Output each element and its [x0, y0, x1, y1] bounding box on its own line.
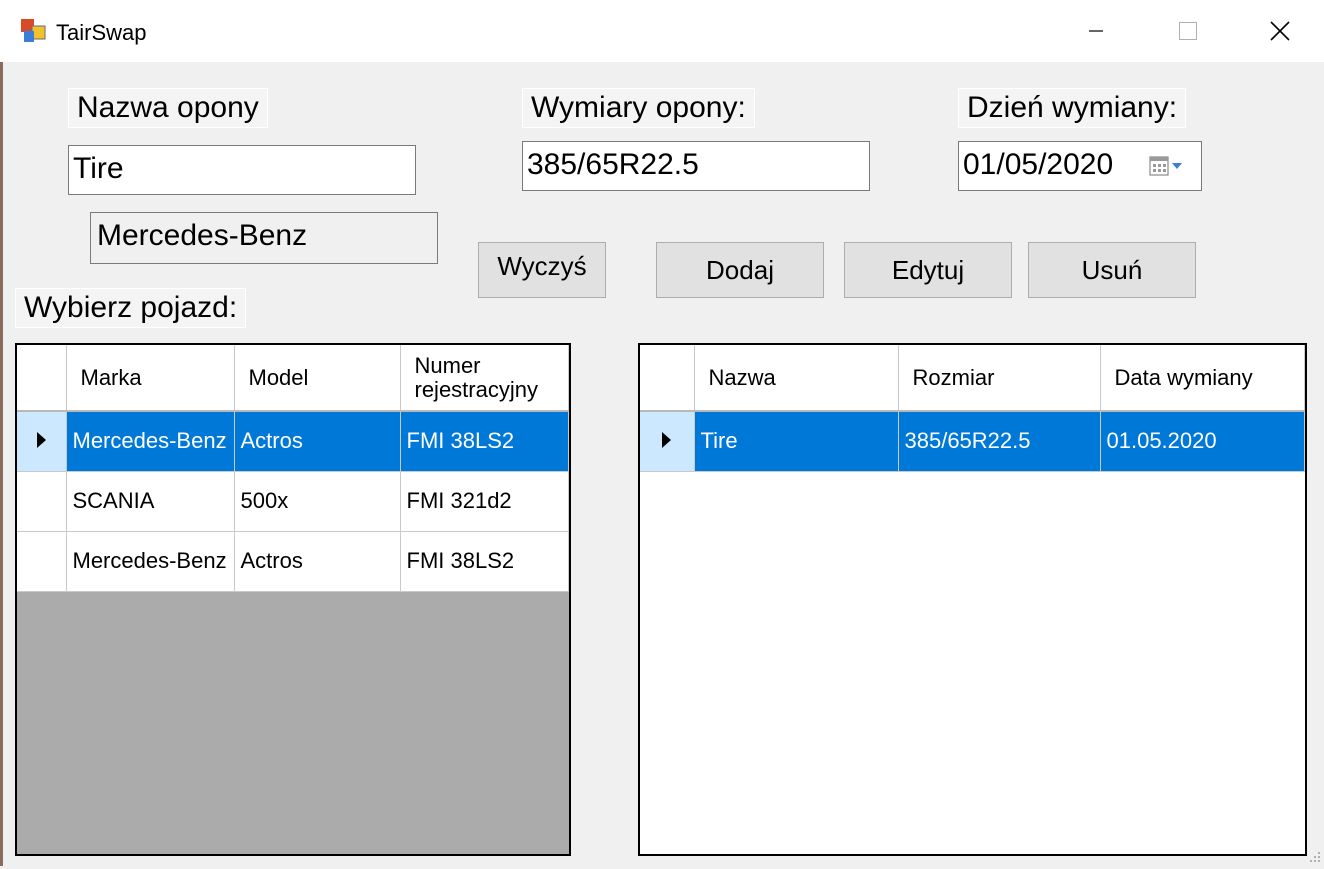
row-header[interactable]: [17, 531, 67, 592]
add-button[interactable]: Dodaj: [656, 242, 824, 298]
row-header[interactable]: [640, 411, 695, 472]
row-pointer-icon: [662, 432, 672, 449]
table-row[interactable]: SCANIA 500x FMI 321d2: [17, 471, 569, 532]
cell-model[interactable]: Actros: [234, 411, 401, 472]
vehicles-grid-header: Marka Model Numer rejestracyjny: [17, 345, 569, 412]
select-vehicle-label: Wybierz pojazd:: [15, 288, 247, 328]
close-icon: [1270, 21, 1290, 41]
cell-name[interactable]: Tire: [694, 411, 899, 472]
tires-grid-header: Nazwa Rozmiar Data wymiany: [640, 345, 1305, 412]
maximize-button[interactable]: [1142, 0, 1234, 62]
row-pointer-icon: [36, 432, 46, 449]
cell-model[interactable]: 500x: [234, 471, 401, 532]
cell-registration[interactable]: FMI 38LS2: [400, 531, 569, 592]
cell-brand[interactable]: SCANIA: [66, 471, 235, 532]
tire-size-input[interactable]: 385/65R22.5: [522, 141, 870, 191]
vehicle-brand-field: Mercedes-Benz: [90, 212, 438, 264]
change-date-value: 01/05/2020: [963, 148, 1114, 181]
table-row[interactable]: Tire 385/65R22.5 01.05.2020: [640, 411, 1305, 472]
column-header-registration[interactable]: Numer rejestracyjny: [400, 345, 569, 412]
column-header-size[interactable]: Rozmiar: [898, 345, 1101, 412]
cell-brand[interactable]: Mercedes-Benz: [66, 411, 235, 472]
column-header-change-date[interactable]: Data wymiany: [1100, 345, 1305, 412]
column-header-model[interactable]: Model: [234, 345, 401, 412]
row-header[interactable]: [17, 471, 67, 532]
edit-button[interactable]: Edytuj: [844, 242, 1012, 298]
tires-grid[interactable]: Nazwa Rozmiar Data wymiany Tire 385/65R2…: [638, 343, 1307, 856]
tire-name-label: Nazwa opony: [68, 88, 268, 128]
app-icon: [20, 18, 46, 44]
row-header-corner: [17, 345, 67, 412]
cell-registration[interactable]: FMI 38LS2: [400, 411, 569, 472]
cell-brand[interactable]: Mercedes-Benz: [66, 531, 235, 592]
table-row[interactable]: Mercedes-Benz Actros FMI 38LS2: [17, 411, 569, 472]
cell-model[interactable]: Actros: [234, 531, 401, 592]
window-edge: [0, 62, 3, 866]
cell-change-date[interactable]: 01.05.2020: [1100, 411, 1305, 472]
calendar-dropdown-icon[interactable]: [1148, 155, 1192, 177]
table-row[interactable]: Mercedes-Benz Actros FMI 38LS2: [17, 531, 569, 592]
close-button[interactable]: [1234, 0, 1324, 62]
row-header[interactable]: [17, 411, 67, 472]
tire-size-label: Wymiary opony:: [522, 88, 755, 128]
vehicles-grid[interactable]: Marka Model Numer rejestracyjny Mercedes…: [15, 343, 571, 856]
column-header-brand[interactable]: Marka: [66, 345, 235, 412]
delete-button[interactable]: Usuń: [1028, 242, 1196, 298]
cell-size[interactable]: 385/65R22.5: [898, 411, 1101, 472]
column-header-name[interactable]: Nazwa: [694, 345, 899, 412]
tire-name-input[interactable]: Tire: [68, 145, 416, 195]
clear-button[interactable]: Wyczyś: [478, 242, 606, 298]
row-header-corner: [640, 345, 695, 412]
window-title: TairSwap: [56, 20, 147, 45]
maximize-icon: [1179, 22, 1197, 40]
cell-registration[interactable]: FMI 321d2: [400, 471, 569, 532]
minimize-button[interactable]: [1050, 0, 1142, 62]
minimize-icon: [1089, 30, 1103, 32]
change-date-label: Dzień wymiany:: [958, 88, 1187, 128]
size-grip-icon[interactable]: [1306, 848, 1322, 864]
